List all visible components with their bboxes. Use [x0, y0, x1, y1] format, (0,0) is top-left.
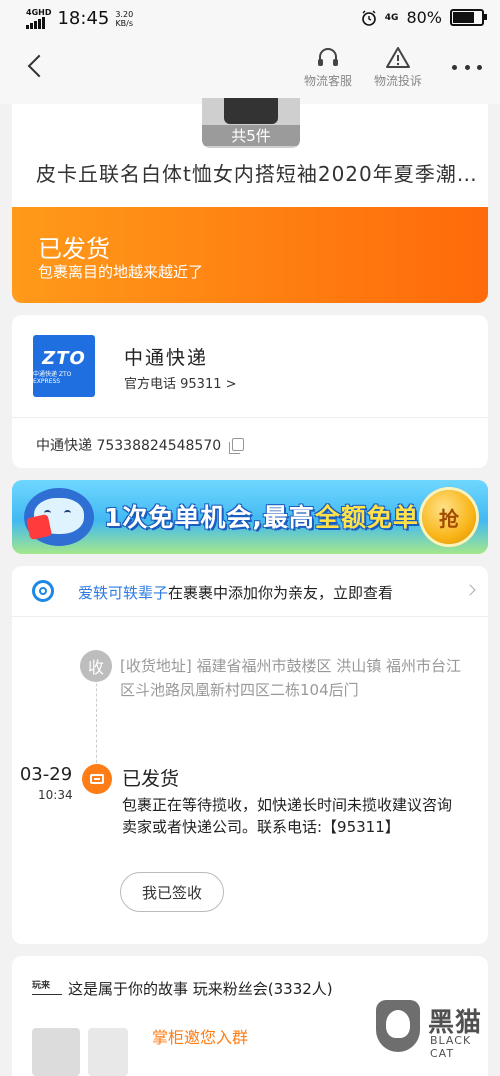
back-button[interactable] — [22, 52, 52, 82]
divider — [12, 616, 488, 617]
notice-message: 在裹裹中添加你为亲友，立即查看 — [168, 584, 394, 602]
status-subtitle: 包裹离目的地越来越近了 — [38, 263, 204, 281]
network-label: 4GHD — [26, 7, 52, 17]
courier-name: 中通快递 — [124, 347, 209, 369]
status-right: 4G 80% — [361, 8, 487, 27]
friend-notice[interactable]: 爱轶可轶辈子在裹裹中添加你为亲友，立即查看 — [12, 566, 488, 618]
notice-text: 爱轶可轶辈子在裹裹中添加你为亲友，立即查看 — [78, 582, 393, 603]
tracking-number: 中通快递 75338824548570 — [36, 438, 222, 454]
status-title: 已发货 — [38, 235, 110, 263]
group-avatar — [32, 1028, 80, 1076]
courier-card: ZTO 中通快递 ZTO EXPRESS 中通快递 官方电话 95311 > 中… — [12, 315, 488, 468]
item-count: 共5件 — [202, 125, 300, 146]
event-date: 03-29 — [19, 764, 73, 785]
tracking-card: 爱轶可轶辈子在裹裹中添加你为亲友，立即查看 收 [收货地址] 福建省福州市鼓楼区… — [12, 566, 488, 944]
battery-fill — [453, 12, 474, 23]
network-type: 4G — [384, 12, 399, 23]
product-card[interactable]: 共5件 皮卡丘联名白体t恤女内搭短袖2020年夏季潮… — [12, 98, 488, 214]
courier-phone-link[interactable]: 官方电话 95311 > — [124, 373, 237, 392]
cat-shield-icon — [376, 1000, 420, 1052]
free-order-promo-banner[interactable]: 1次免单机会,最高全额免单 抢 — [12, 480, 488, 554]
timeline-line — [96, 668, 97, 768]
logistics-service-button[interactable]: 物流客服 — [304, 44, 352, 89]
red-envelope-icon — [25, 513, 53, 541]
join-group-link[interactable]: 掌柜邀您入群 — [152, 1024, 248, 1048]
logistics-complaint-button[interactable]: 物流投诉 — [374, 44, 422, 89]
tracking-number-row: 中通快递 75338824548570 — [36, 435, 244, 455]
divider — [12, 417, 488, 418]
fan-club-text: 这是属于你的故事 玩来粉丝会(3332人) — [68, 980, 333, 998]
event-description: 包裹正在等待揽收，如快递长时间未揽收建议咨询卖家或者快递公司。联系电话:【953… — [122, 796, 453, 836]
grab-button[interactable]: 抢 — [422, 490, 476, 544]
status-bar: 4GHD 18:45 3.20 KB/s 4G 80% — [0, 0, 500, 36]
battery-icon — [450, 9, 487, 26]
battery-percent: 80% — [406, 8, 442, 27]
truck-icon — [82, 764, 112, 794]
receive-badge: 收 — [80, 650, 112, 682]
chevron-right-icon — [464, 584, 476, 596]
confirm-received-button[interactable]: 我已签收 — [120, 872, 224, 912]
guoguo-icon — [32, 580, 54, 602]
warning-icon — [374, 44, 422, 72]
copy-icon[interactable] — [228, 438, 244, 454]
product-title: 皮卡丘联名白体t恤女内搭短袖2020年夏季潮… — [36, 162, 476, 186]
status-left: 4GHD 18:45 3.20 KB/s — [26, 8, 133, 29]
notice-user[interactable]: 爱轶可轶辈子 — [78, 584, 168, 602]
promo-text-main: 1次免单机会,最高 — [104, 503, 315, 532]
black-cat-watermark: 黑猫 BLACK CAT — [376, 1000, 496, 1060]
nav-bar: 物流客服 物流投诉 — [0, 36, 500, 104]
logistics-service-label: 物流客服 — [304, 74, 353, 88]
receive-address: [收货地址] 福建省福州市鼓楼区 洪山镇 福州市台江区斗池路凤凰新村四区二栋10… — [120, 657, 462, 699]
speed-value: 3.20 — [115, 9, 134, 19]
event-time: 10:34 — [38, 788, 73, 802]
group-avatar — [88, 1028, 128, 1076]
watermark-subtext: BLACK CAT — [430, 1034, 472, 1060]
promo-text: 1次免单机会,最高全额免单 — [104, 498, 419, 534]
more-options-button[interactable] — [452, 62, 482, 72]
zto-logo-mark: ZTO — [42, 347, 86, 369]
shipping-status-banner: 已发货 包裹离目的地越来越近了 — [12, 207, 488, 303]
speed-unit: KB/s — [115, 18, 134, 28]
wanlai-logo: 玩来 — [32, 980, 62, 995]
alarm-icon — [361, 10, 376, 26]
headset-icon — [304, 44, 352, 72]
event-title: 已发货 — [122, 768, 180, 790]
signal-icon — [26, 16, 51, 29]
network-indicator: 4GHD — [26, 7, 52, 29]
tshirt-image — [224, 98, 278, 124]
clock: 18:45 — [57, 8, 110, 29]
promo-text-highlight: 全额免单 — [314, 503, 419, 532]
zto-logo: ZTO 中通快递 ZTO EXPRESS — [33, 335, 95, 397]
product-thumbnail[interactable]: 共5件 — [202, 98, 300, 148]
logistics-complaint-label: 物流投诉 — [374, 74, 423, 88]
zto-logo-sub: 中通快递 ZTO EXPRESS — [33, 370, 72, 385]
network-speed: 3.20 KB/s — [115, 10, 133, 28]
